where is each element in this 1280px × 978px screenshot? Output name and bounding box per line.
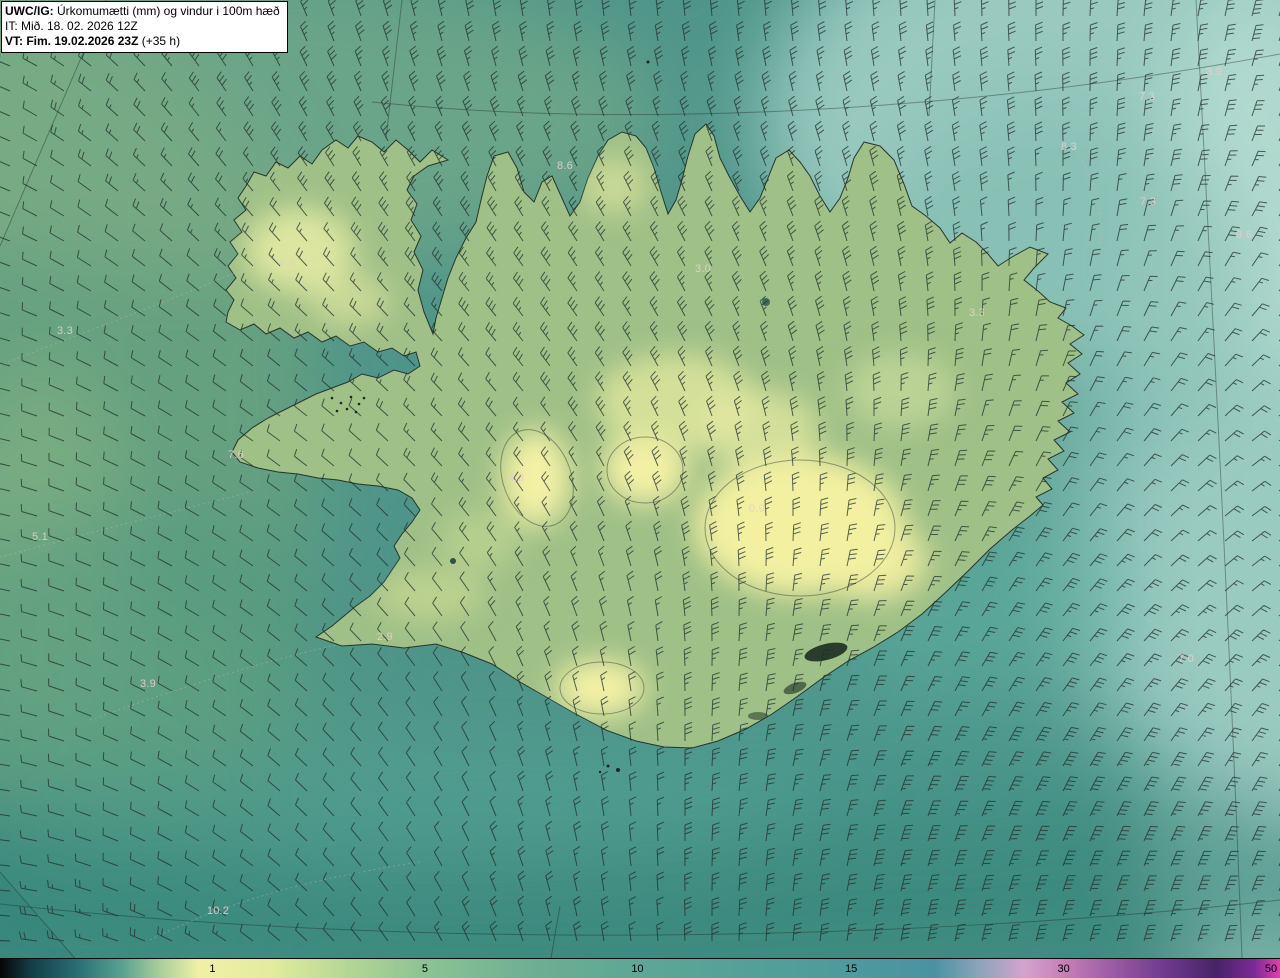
- product-title: UWC/IG: Úrkomumætti (mm) og vindur i 100…: [5, 4, 280, 19]
- colorbar-tick-label: 10: [631, 963, 644, 976]
- lead-time: (+35 h): [138, 34, 181, 48]
- colorbar-tick-label: 50: [1264, 963, 1278, 976]
- colorbar-tick-label: 5: [421, 963, 429, 976]
- precipitation-colorbar: 1 5 10 15 30 50: [0, 958, 1280, 978]
- product-id: UWC/IG:: [5, 4, 54, 18]
- colorbar-tick-label: 1: [209, 963, 216, 976]
- product-description: Úrkomumætti (mm) og vindur i 100m hæð: [53, 4, 280, 18]
- map-area: [0, 0, 1280, 958]
- valid-time: VT: Fim. 19.02.2026 23Z: [5, 34, 139, 48]
- colorbar-ticks: 1 5 10 15 30 50: [0, 959, 1280, 978]
- colorbar-tick-label: 15: [845, 963, 858, 976]
- valid-time-line: VT: Fim. 19.02.2026 23Z (+35 h): [5, 34, 280, 49]
- init-time: IT: Mið. 18. 02. 2026 12Z: [5, 19, 138, 33]
- map-title-box: UWC/IG: Úrkomumætti (mm) og vindur i 100…: [1, 1, 288, 53]
- weather-map-screenshot: 3.9 7.3 8.3 7.3 9.6 8.6 4.6 3.3 3.0 3.3 7.6 4.3 0.9 5…: [0, 0, 1280, 978]
- precipitation-wind-map: [0, 0, 1280, 958]
- colorbar-tick-label: 30: [1057, 963, 1070, 976]
